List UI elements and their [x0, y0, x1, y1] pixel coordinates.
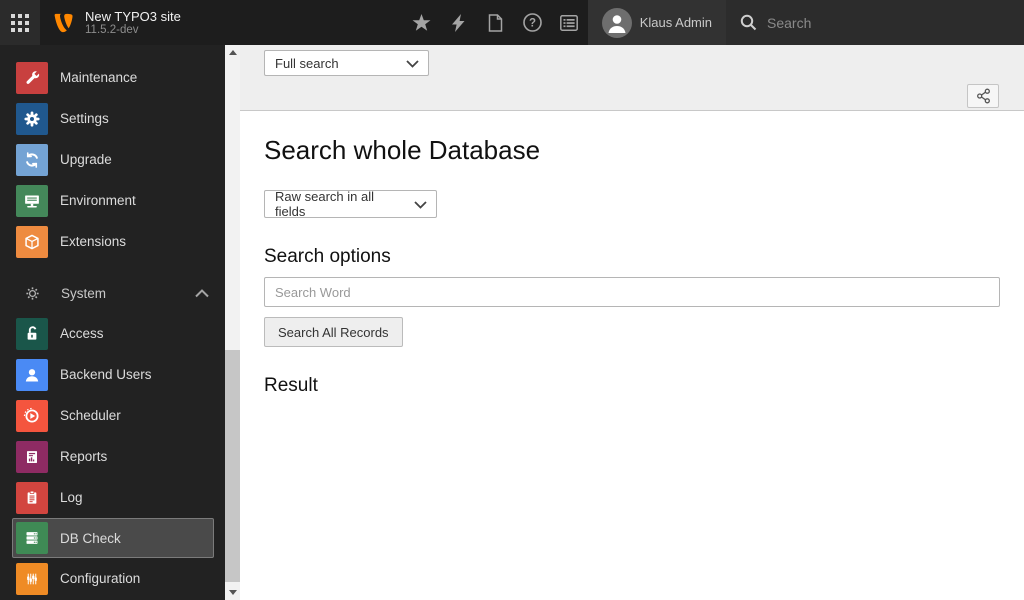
scroll-down-arrow[interactable] [225, 585, 240, 600]
list-icon [560, 14, 579, 31]
typo3-logo-icon [53, 12, 75, 34]
sidebar-item-configuration[interactable]: Configuration [0, 558, 225, 599]
scroll-up-arrow[interactable] [225, 45, 240, 60]
chevron-up-icon [195, 288, 209, 298]
refresh-icon [16, 143, 48, 176]
user-icon [16, 358, 48, 391]
sidebar-item-extensions[interactable]: Extensions [0, 221, 225, 262]
search-options-heading: Search options [264, 246, 391, 267]
sidebar-item-access[interactable]: Access [0, 313, 225, 354]
report-chart-icon [16, 440, 48, 473]
desktop-icon [16, 184, 48, 217]
page-title: Search whole Database [264, 135, 541, 165]
sidebar-item-backend-users[interactable]: Backend Users [0, 354, 225, 395]
sidebar-item-upgrade[interactable]: Upgrade [0, 139, 225, 180]
share-icon [976, 88, 991, 104]
bookmarks-toolbar-item[interactable] [403, 0, 440, 45]
result-heading: Result [264, 375, 318, 396]
brand[interactable]: New TYPO3 site 11.5.2-dev [40, 0, 181, 45]
site-name: New TYPO3 site [85, 8, 181, 24]
search-all-records-button[interactable]: Search All Records [264, 317, 403, 347]
share-button[interactable] [967, 83, 999, 108]
module-menu: Maintenance Settings Upgrade Environment… [0, 45, 225, 600]
avatar [601, 7, 632, 38]
chevron-down-icon [406, 60, 419, 68]
search-word-input[interactable] [264, 277, 1000, 307]
document-icon [488, 13, 503, 32]
opened-documents-toolbar-item[interactable] [477, 0, 514, 45]
help-toolbar-item[interactable]: ? [514, 0, 551, 45]
search-mode-select[interactable]: Raw search in all fields [264, 189, 437, 219]
user-name: Klaus Admin [639, 15, 712, 30]
sidebar-item-db-check[interactable]: DB Check [12, 518, 214, 558]
user-menu[interactable]: Klaus Admin [587, 0, 726, 45]
docheader: Full search [240, 45, 1024, 111]
cube-icon [16, 225, 48, 258]
search-icon [740, 14, 757, 31]
sidebar-item-log[interactable]: Log [0, 477, 225, 518]
clear-cache-toolbar-item[interactable] [440, 0, 477, 45]
sidebar-item-settings[interactable]: Settings [0, 98, 225, 139]
sliders-icon [16, 562, 48, 595]
sidebar-item-environment[interactable]: Environment [0, 180, 225, 221]
sidebar-scrollbar[interactable] [225, 45, 240, 600]
sidebar-item-reports[interactable]: Reports [0, 436, 225, 477]
help-icon: ? [522, 13, 542, 32]
search-input[interactable] [767, 14, 1010, 31]
scrollbar-thumb[interactable] [225, 350, 240, 582]
module-content: Full search Search whole Database Raw se… [240, 45, 1024, 600]
topbar-search[interactable] [726, 0, 1024, 45]
site-version: 11.5.2-dev [85, 23, 139, 36]
clipboard-icon [16, 481, 48, 514]
system-gear-icon [24, 285, 41, 302]
modules-grid-button[interactable] [0, 0, 40, 45]
grid-icon [11, 13, 29, 32]
sidebar-item-maintenance[interactable]: Maintenance [0, 57, 225, 98]
star-icon [412, 13, 431, 32]
gear-icon [16, 102, 48, 135]
svg-text:?: ? [529, 18, 536, 30]
sidebar-item-scheduler[interactable]: Scheduler [0, 395, 225, 436]
wrench-icon [16, 61, 48, 94]
chevron-down-icon [414, 201, 427, 209]
topbar: New TYPO3 site 11.5.2-dev ? Klaus Admin … [0, 0, 1024, 45]
bolt-icon [451, 13, 465, 32]
database-icon [16, 522, 48, 554]
module-body: Search whole Database Raw search in all … [240, 111, 1024, 600]
list-toolbar-item[interactable] [551, 0, 588, 45]
sidebar-section-system[interactable]: System [0, 277, 225, 309]
unlock-icon [16, 317, 48, 350]
play-circle-icon [16, 399, 48, 432]
function-menu-select[interactable]: Full search [264, 50, 429, 76]
